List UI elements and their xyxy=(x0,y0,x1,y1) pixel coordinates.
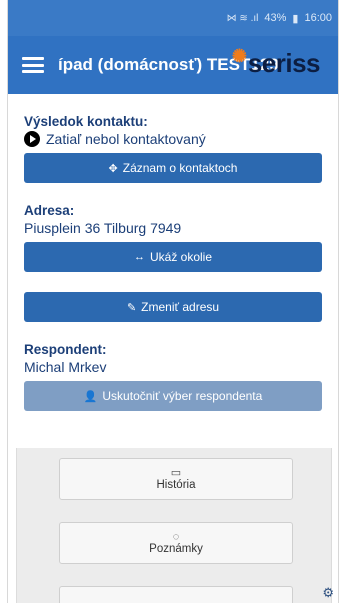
battery-icon: ▮ xyxy=(292,12,299,25)
history-tile[interactable]: ▭ História xyxy=(59,458,293,500)
notes-label: Poznámky xyxy=(149,542,203,555)
result-value: Zatiaľ nebol kontaktovaný xyxy=(24,131,322,147)
respondent-label: Respondent: xyxy=(24,342,107,357)
result-status-text: Zatiaľ nebol kontaktovaný xyxy=(46,131,206,147)
comment-icon: ◌ xyxy=(172,530,180,543)
show-surroundings-button[interactable]: ↔ Ukáž okolie xyxy=(24,242,322,272)
contact-log-button[interactable]: ✥ Záznam o kontaktoch xyxy=(24,153,322,183)
battery-level: 43% xyxy=(264,12,287,24)
respondent-value: Michal Mrkev xyxy=(24,359,107,375)
diamond-arrows-icon: ✥ xyxy=(108,162,118,175)
more-tile[interactable] xyxy=(59,586,293,603)
case-details: Výsledok kontaktu: Zatiaľ nebol kontakto… xyxy=(8,114,338,411)
address-value: Piusplein 36 Tilburg 7949 xyxy=(24,220,182,236)
select-respondent-button[interactable]: 👤 Uskutočniť výber respondenta xyxy=(24,381,322,411)
calendar-icon: ▭ xyxy=(170,466,182,479)
clock: 16:00 xyxy=(304,12,332,24)
address-label: Adresa: xyxy=(24,203,75,218)
status-bar: ⋈ ≋ .ıl 43% ▮ 16:00 xyxy=(8,0,338,36)
hamburger-menu-icon[interactable] xyxy=(22,57,44,73)
user-icon: 👤 xyxy=(83,390,98,403)
change-address-button[interactable]: ✎ Zmeniť adresu xyxy=(24,292,322,322)
logo-sun-icon: ✺ xyxy=(231,46,247,66)
edit-icon: ✎ xyxy=(126,301,137,314)
signal-icons: ⋈ ≋ .ıl xyxy=(226,12,259,24)
result-label: Výsledok kontaktu: xyxy=(24,114,148,129)
notes-tile[interactable]: ◌ Poznámky xyxy=(59,522,293,564)
arrows-horizontal-icon: ↔ xyxy=(133,251,145,263)
actions-panel: ▭ História ◌ Poznámky xyxy=(16,448,332,603)
settings-gear-icon[interactable]: ⚙ xyxy=(322,585,334,601)
play-circle-icon xyxy=(24,131,40,147)
app-bar: ípad (domácnosť) TEST129 ✺ seriss xyxy=(8,36,338,94)
history-label: História xyxy=(156,478,196,491)
app-screen: ⋈ ≋ .ıl 43% ▮ 16:00 ípad (domácnosť) TES… xyxy=(8,0,338,603)
seriss-logo: ✺ seriss xyxy=(231,46,321,78)
